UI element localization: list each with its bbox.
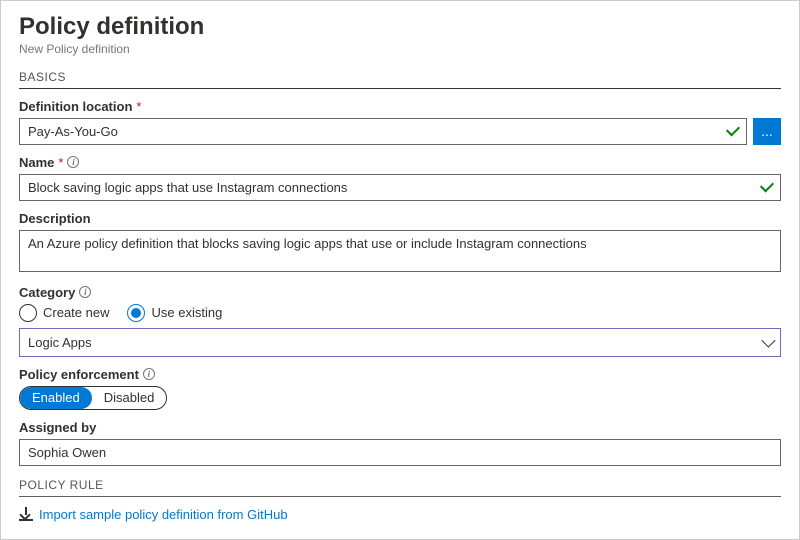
label-definition-location: Definition location *: [19, 99, 781, 114]
name-input[interactable]: [19, 174, 781, 201]
label-category-text: Category: [19, 285, 75, 300]
name-input-wrap: [19, 174, 781, 201]
description-textarea[interactable]: An Azure policy definition that blocks s…: [19, 230, 781, 272]
label-assigned-by: Assigned by: [19, 420, 781, 435]
field-definition-location: Definition location * ...: [19, 99, 781, 145]
field-name: Name * i: [19, 155, 781, 201]
label-policy-enforcement-text: Policy enforcement: [19, 367, 139, 382]
category-radio-group: Create new Use existing: [19, 304, 781, 322]
import-github-label: Import sample policy definition from Git…: [39, 507, 288, 522]
label-name: Name * i: [19, 155, 781, 170]
page-title: Policy definition: [19, 13, 781, 42]
radio-create-new[interactable]: Create new: [19, 304, 109, 322]
assigned-by-value: Sophia Owen: [19, 439, 781, 466]
category-select[interactable]: Logic Apps: [19, 328, 781, 357]
field-description: Description An Azure policy definition t…: [19, 211, 781, 275]
field-assigned-by: Assigned by Sophia Owen: [19, 420, 781, 466]
enforcement-enabled-option[interactable]: Enabled: [20, 387, 92, 409]
policy-definition-panel: Policy definition New Policy definition …: [0, 0, 800, 540]
radio-icon: [19, 304, 37, 322]
section-policy-rule-header: POLICY RULE: [19, 478, 781, 497]
enforcement-toggle: Enabled Disabled: [19, 386, 167, 410]
radio-create-new-label: Create new: [43, 305, 109, 320]
field-policy-enforcement: Policy enforcement i Enabled Disabled: [19, 367, 781, 410]
required-asterisk: *: [58, 155, 63, 170]
radio-use-existing[interactable]: Use existing: [127, 304, 222, 322]
radio-use-existing-label: Use existing: [151, 305, 222, 320]
label-description-text: Description: [19, 211, 91, 226]
info-icon[interactable]: i: [67, 156, 79, 168]
info-icon[interactable]: i: [79, 286, 91, 298]
definition-location-input[interactable]: [19, 118, 747, 145]
enforcement-disabled-option[interactable]: Disabled: [92, 387, 167, 409]
download-icon: [19, 507, 33, 521]
definition-location-input-wrap: [19, 118, 747, 145]
required-asterisk: *: [136, 99, 141, 114]
label-name-text: Name: [19, 155, 54, 170]
chevron-down-icon: [761, 334, 775, 348]
section-basics-header: BASICS: [19, 70, 781, 89]
page-subtitle: New Policy definition: [19, 42, 781, 56]
label-assigned-by-text: Assigned by: [19, 420, 96, 435]
info-icon[interactable]: i: [143, 368, 155, 380]
label-definition-location-text: Definition location: [19, 99, 132, 114]
label-policy-enforcement: Policy enforcement i: [19, 367, 781, 382]
label-description: Description: [19, 211, 781, 226]
label-category: Category i: [19, 285, 781, 300]
radio-icon-selected: [127, 304, 145, 322]
field-category: Category i Create new Use existing Logic…: [19, 285, 781, 357]
category-select-value: Logic Apps: [28, 335, 92, 350]
definition-location-browse-button[interactable]: ...: [753, 118, 781, 145]
import-github-link[interactable]: Import sample policy definition from Git…: [19, 507, 288, 522]
